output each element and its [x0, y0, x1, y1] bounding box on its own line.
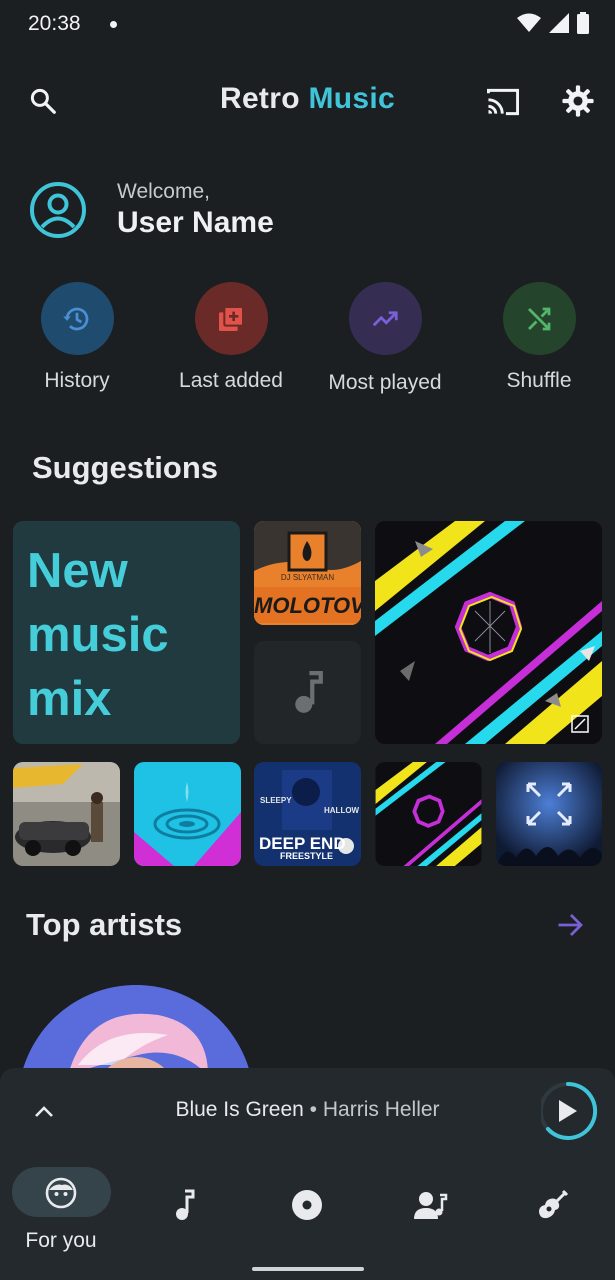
user-avatar-icon[interactable] — [28, 180, 88, 245]
for-you-face-icon[interactable] — [44, 1176, 78, 1210]
status-time: 20:38 — [28, 12, 81, 35]
wifi-icon — [517, 13, 541, 32]
app-title-main: Retro — [219, 82, 300, 115]
cast-icon[interactable] — [484, 85, 522, 119]
most-played-circle — [348, 282, 422, 355]
shuffle-label: Shuffle — [506, 369, 572, 392]
concert-art — [496, 762, 602, 866]
arrow-forward-icon[interactable] — [554, 909, 588, 941]
ripple-art — [134, 762, 241, 866]
now-playing-text[interactable]: Blue Is Green • Harris Heller — [0, 1098, 615, 1122]
car-art — [13, 762, 120, 866]
most-played-button[interactable]: Most played — [315, 282, 455, 395]
battery-icon — [577, 12, 589, 34]
gesture-navigation-bar — [252, 1267, 364, 1271]
history-label: History — [44, 369, 110, 392]
shuffle-icon — [528, 307, 551, 330]
user-name[interactable]: User Name — [117, 206, 274, 240]
album-art-car[interactable] — [13, 762, 120, 866]
now-playing-artist: Harris Heller — [322, 1098, 440, 1121]
last-added-circle — [194, 282, 268, 355]
deep-end-sub-text: FREESTYLE — [280, 851, 334, 861]
status-icons — [517, 12, 589, 34]
mix-line-1: New — [27, 544, 128, 598]
settings-gear-icon[interactable] — [560, 83, 596, 119]
album-art-molotov[interactable]: DJ SLYATMAN MOLOTOV — [254, 521, 361, 625]
notification-dot — [110, 21, 117, 28]
molotov-title-text: MOLOTOV — [254, 593, 361, 618]
nav-artists-artist-icon[interactable] — [412, 1188, 450, 1222]
album-art-neon-large[interactable] — [375, 521, 602, 744]
nav-songs-music-note-icon[interactable] — [168, 1188, 202, 1222]
album-art-neon-small[interactable] — [375, 762, 482, 866]
signal-icon — [549, 13, 569, 33]
now-playing-separator: • — [303, 1098, 323, 1121]
molotov-artist-text: DJ SLYATMAN — [280, 573, 335, 582]
album-art-placeholder[interactable] — [254, 641, 361, 744]
shuffle-button[interactable]: Shuffle — [469, 282, 609, 393]
music-note-icon — [294, 670, 323, 713]
nav-genres-guitar-icon[interactable] — [536, 1188, 570, 1222]
album-art-ripple[interactable] — [134, 762, 241, 866]
new-music-mix-tile[interactable]: New music mix — [13, 521, 240, 744]
top-artists-title: Top artists — [26, 907, 183, 942]
neon-art — [375, 521, 602, 744]
nav-albums-album-icon[interactable] — [290, 1188, 324, 1222]
now-playing-song: Blue Is Green — [175, 1098, 304, 1121]
neon-small-art — [375, 762, 482, 866]
play-button[interactable] — [541, 1080, 599, 1142]
play-icon — [559, 1100, 577, 1122]
suggestions-title: Suggestions — [32, 450, 219, 485]
welcome-greeting: Welcome, — [117, 180, 210, 203]
mix-line-3: mix — [27, 672, 112, 726]
app-title-accent: Music — [308, 82, 395, 115]
library-add-icon — [219, 305, 244, 331]
mix-line-2: music — [27, 608, 169, 662]
last-added-label: Last added — [179, 369, 283, 392]
deep-end-right-text: HALLOW — [324, 806, 360, 815]
app-title: Retro Music — [0, 82, 615, 116]
history-icon — [63, 307, 89, 330]
trending-up-icon — [372, 310, 398, 326]
history-button[interactable]: History — [7, 282, 147, 393]
last-added-button[interactable]: Last added — [161, 282, 301, 393]
history-circle — [40, 282, 114, 355]
most-played-label: Most played — [328, 371, 442, 394]
shuffle-circle — [502, 282, 576, 355]
nav-for-you-label[interactable]: For you — [0, 1229, 122, 1253]
deep-end-left-text: SLEEPY — [260, 796, 292, 805]
album-art-concert[interactable] — [496, 762, 602, 866]
album-art-deep-end[interactable]: SLEEPY HALLOW DEEP END FREESTYLE — [254, 762, 361, 866]
